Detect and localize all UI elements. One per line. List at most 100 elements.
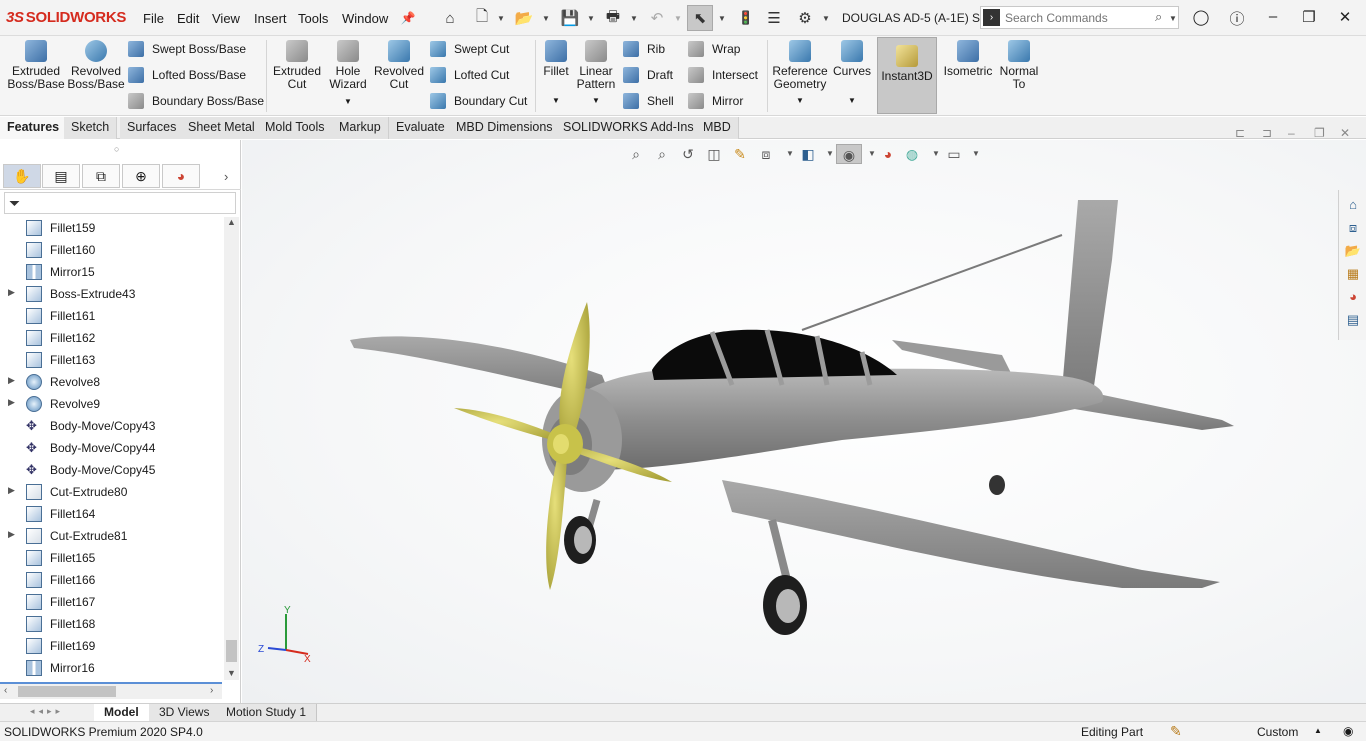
viewport-restore-icon[interactable]: ❐: [1314, 126, 1325, 140]
reference-geometry-button[interactable]: Reference Geometry ▼: [771, 40, 829, 107]
help-icon[interactable]: ⓘ: [1227, 8, 1247, 28]
isometric-button[interactable]: Isometric: [944, 40, 992, 78]
curves-button[interactable]: Curves ▼: [832, 40, 872, 107]
expand-arrow-icon[interactable]: ▶: [8, 287, 15, 298]
select-pointer-icon[interactable]: ⬉: [687, 5, 713, 31]
tree-vertical-scrollbar[interactable]: ▲ ▼: [224, 217, 239, 680]
select-dropdown-icon[interactable]: ▼: [718, 14, 726, 23]
custom-properties-icon[interactable]: ▤: [1341, 309, 1365, 331]
tab-solidworks-add-ins[interactable]: SOLIDWORKS Add-Ins: [556, 117, 702, 139]
open-icon[interactable]: 📂: [514, 8, 534, 28]
design-library-icon[interactable]: ⧈: [1341, 217, 1365, 239]
tree-item[interactable]: ▶ Cut-Extrude81: [0, 525, 222, 547]
menu-edit[interactable]: Edit: [177, 11, 199, 26]
tab-scroll-arrows-icon[interactable]: ◂◂▸▸: [30, 706, 64, 717]
menu-tools[interactable]: Tools: [298, 11, 328, 26]
reference-geometry-dropdown-icon[interactable]: ▼: [796, 94, 804, 107]
revolved-boss-button[interactable]: Revolved Boss/Base: [67, 40, 125, 91]
tree-item[interactable]: Mirror15: [0, 261, 222, 283]
view-palette-icon[interactable]: ▦: [1341, 263, 1365, 285]
search-box[interactable]: › ⌕: [980, 6, 1179, 29]
tree-item[interactable]: ✥ Body-Move/Copy43: [0, 415, 222, 437]
rebuild-traffic-light-icon[interactable]: 🚦: [736, 8, 756, 28]
configuration-manager-tab-icon[interactable]: ⧉: [82, 164, 120, 188]
fillet-button[interactable]: Fillet ▼: [540, 40, 572, 107]
property-manager-tab-icon[interactable]: ▤: [42, 164, 80, 188]
tab-mbd-dimensions[interactable]: MBD Dimensions: [449, 117, 561, 139]
tab-features[interactable]: Features: [0, 117, 68, 139]
save-icon[interactable]: 💾: [560, 8, 580, 28]
intersect-button[interactable]: Intersect: [688, 67, 758, 83]
linear-pattern-dropdown-icon[interactable]: ▼: [592, 94, 600, 107]
expand-arrow-icon[interactable]: ▶: [8, 375, 15, 386]
linear-pattern-button[interactable]: Linear Pattern ▼: [575, 40, 617, 107]
lofted-boss-button[interactable]: Lofted Boss/Base: [128, 67, 246, 83]
scroll-up-icon[interactable]: ▲: [227, 217, 236, 227]
user-account-icon[interactable]: ◯: [1191, 8, 1211, 28]
filter-funnel-icon[interactable]: ⏷: [9, 195, 20, 211]
tree-item[interactable]: ▶ Boss-Extrude43: [0, 283, 222, 305]
hole-wizard-dropdown-icon[interactable]: ▼: [344, 95, 352, 108]
tab-3d-views[interactable]: 3D Views: [149, 704, 221, 721]
tree-item[interactable]: Fillet169: [0, 635, 222, 657]
tab-markup[interactable]: Markup: [332, 117, 389, 139]
dimxpert-manager-tab-icon[interactable]: ⊕: [122, 164, 160, 188]
viewport-close-icon[interactable]: ✕: [1340, 126, 1350, 140]
rib-button[interactable]: Rib: [623, 41, 665, 57]
options-dropdown-icon[interactable]: ▼: [822, 14, 830, 23]
panel-splitter-handle[interactable]: ○: [114, 144, 119, 154]
menu-view[interactable]: View: [212, 11, 240, 26]
fillet-dropdown-icon[interactable]: ▼: [552, 94, 560, 107]
boundary-cut-button[interactable]: Boundary Cut: [430, 93, 527, 109]
viewport-minimize-icon[interactable]: –: [1288, 126, 1295, 140]
tab-surfaces[interactable]: Surfaces: [120, 117, 185, 139]
feature-manager-tab-icon[interactable]: ✋: [3, 164, 41, 188]
tree-item[interactable]: Fillet165: [0, 547, 222, 569]
restore-window-icon[interactable]: ❐: [1299, 8, 1319, 28]
menu-window[interactable]: Window: [342, 11, 388, 26]
tree-item[interactable]: Fillet162: [0, 327, 222, 349]
tree-item[interactable]: Fillet164: [0, 503, 222, 525]
tree-item[interactable]: Fillet160: [0, 239, 222, 261]
options-gear-icon[interactable]: ⚙: [795, 8, 815, 28]
hole-wizard-button[interactable]: Hole Wizard ▼: [322, 40, 374, 108]
units-dropdown-icon[interactable]: ▲: [1314, 726, 1322, 735]
draft-button[interactable]: Draft: [623, 67, 673, 83]
scroll-left-icon[interactable]: ‹: [4, 685, 7, 696]
boundary-boss-button[interactable]: Boundary Boss/Base: [128, 93, 264, 109]
tab-sheet-metal[interactable]: Sheet Metal: [181, 117, 263, 139]
instant3d-button[interactable]: Instant3D: [877, 37, 937, 114]
open-dropdown-icon[interactable]: ▼: [542, 14, 550, 23]
tab-model[interactable]: Model: [94, 704, 150, 721]
minimize-window-icon[interactable]: –: [1263, 8, 1283, 28]
file-explorer-icon[interactable]: 📂: [1341, 240, 1365, 262]
tree-hscroll-thumb[interactable]: [18, 686, 116, 697]
close-window-icon[interactable]: ✕: [1335, 8, 1355, 28]
appearances-icon[interactable]: ◕: [1341, 286, 1365, 308]
shell-button[interactable]: Shell: [623, 93, 674, 109]
file-properties-icon[interactable]: ☰: [764, 8, 784, 28]
pin-icon[interactable]: 📌: [398, 8, 418, 28]
status-units[interactable]: Custom: [1257, 725, 1298, 739]
search-input[interactable]: [1005, 10, 1145, 26]
scroll-right-icon[interactable]: ›: [210, 685, 213, 696]
solidworks-resources-icon[interactable]: ⌂: [1341, 194, 1365, 216]
tree-item[interactable]: Fillet159: [0, 217, 222, 239]
menu-insert[interactable]: Insert: [254, 11, 287, 26]
swept-boss-button[interactable]: Swept Boss/Base: [128, 41, 246, 57]
tab-mbd[interactable]: MBD: [696, 117, 739, 139]
menu-file[interactable]: File: [143, 11, 164, 26]
feature-filter-box[interactable]: ⏷: [4, 192, 236, 214]
search-dropdown-icon[interactable]: ▼: [1169, 14, 1177, 23]
graphics-area[interactable]: ⌕ ⌕ ↺ ◫ ✎ ⧈ ▼ ◧ ▼ ◉ ▼ ◕ ◍ ▼ ▭ ▼ ⊏ ⊐ – ❐ …: [242, 126, 1366, 703]
undo-icon[interactable]: ↶: [647, 8, 667, 28]
display-manager-tab-icon[interactable]: ◕: [162, 164, 200, 188]
save-dropdown-icon[interactable]: ▼: [587, 14, 595, 23]
home-icon[interactable]: ⌂: [440, 8, 460, 28]
revolved-cut-button[interactable]: Revolved Cut: [374, 40, 424, 91]
rebuild-status-icon[interactable]: ✎: [1170, 723, 1182, 740]
tree-item[interactable]: Fillet161: [0, 305, 222, 327]
print-icon[interactable]: 🖶: [603, 8, 623, 28]
tab-motion-study[interactable]: Motion Study 1: [216, 704, 318, 721]
extruded-boss-button[interactable]: Extruded Boss/Base: [7, 40, 65, 91]
